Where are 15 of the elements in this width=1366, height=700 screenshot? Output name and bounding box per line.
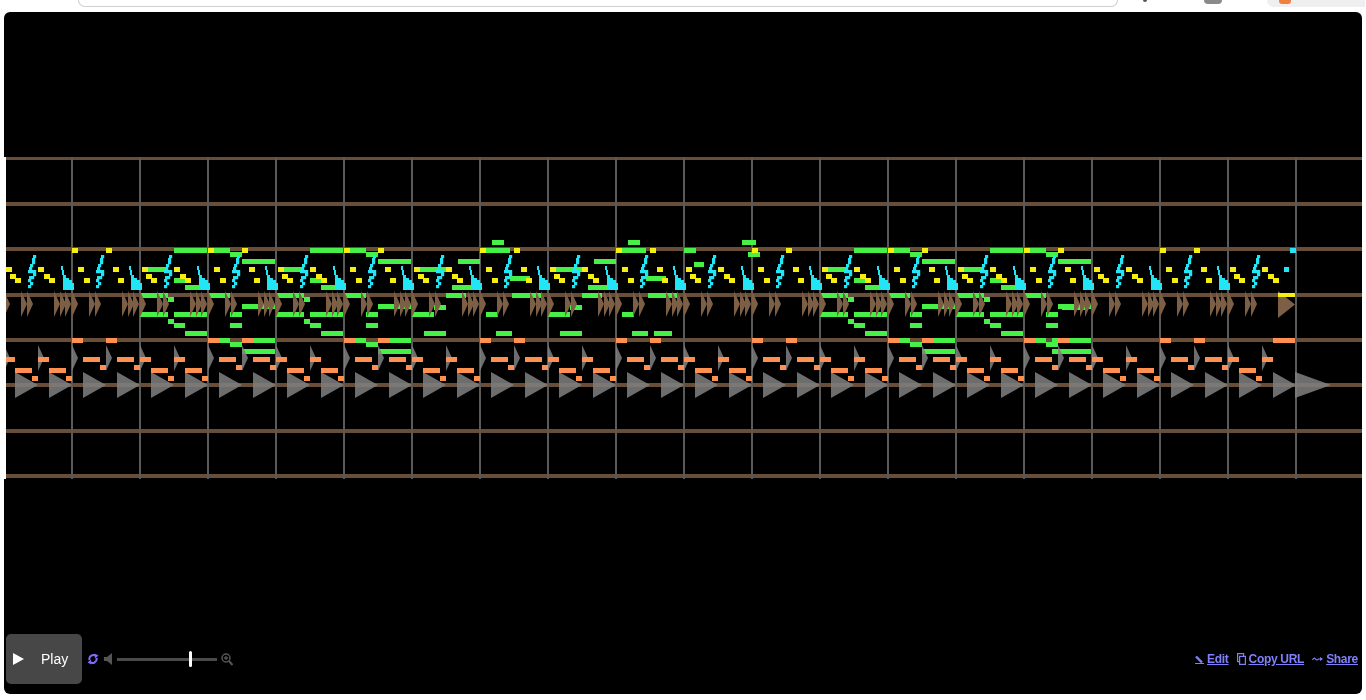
- pencil-icon: [1195, 654, 1205, 664]
- play-icon: [13, 653, 24, 665]
- loop-icon[interactable]: [87, 653, 99, 665]
- toolbar-button[interactable]: [1267, 0, 1365, 7]
- copy-icon: [1236, 653, 1246, 665]
- avatar-icon[interactable]: [1204, 0, 1222, 4]
- share-link[interactable]: Share: [1312, 652, 1358, 666]
- edit-link[interactable]: Edit: [1195, 652, 1229, 666]
- extension-icon: [1279, 0, 1291, 4]
- squiggle-arrow-icon: [1312, 656, 1324, 662]
- slider-thumb[interactable]: [188, 651, 192, 667]
- speaker-icon: [104, 653, 113, 665]
- copy-link[interactable]: Copy URL: [1236, 652, 1305, 666]
- zoom-in-icon[interactable]: [221, 652, 233, 666]
- play-button[interactable]: Play: [6, 634, 82, 684]
